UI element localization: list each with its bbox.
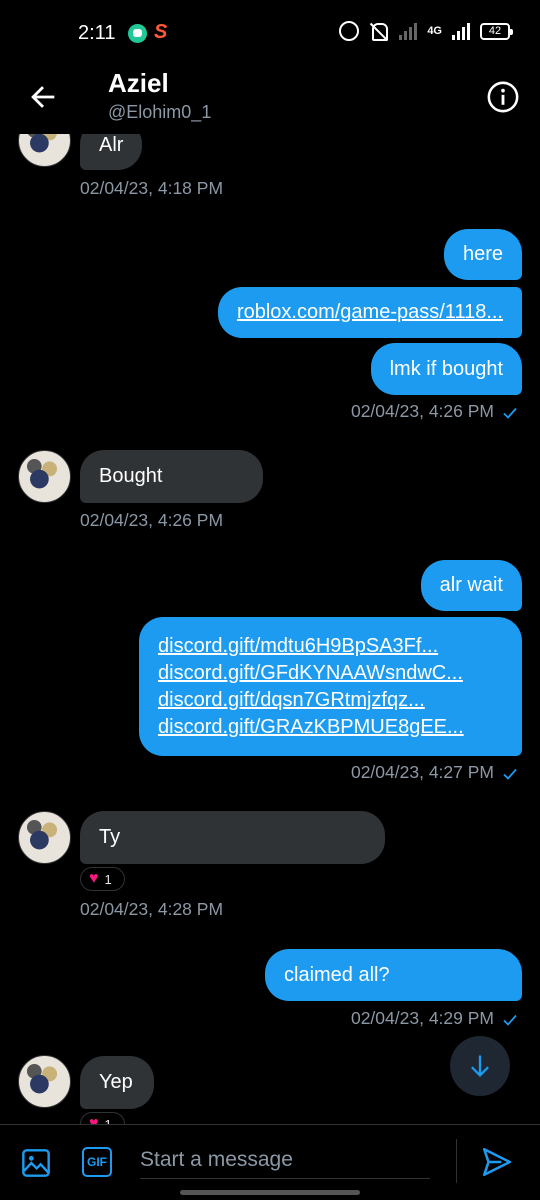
message-text: lmk if bought bbox=[389, 357, 503, 380]
scroll-to-bottom-button[interactable] bbox=[450, 1036, 510, 1096]
message-thread[interactable]: Alr 02/04/23, 4:18 PM here roblox.com/ga… bbox=[0, 134, 540, 1124]
outgoing-message[interactable]: here bbox=[443, 229, 522, 280]
outgoing-message-links[interactable]: discord.gift/mdtu6H9BpSA3Ff... discord.g… bbox=[139, 617, 522, 756]
message-link[interactable]: roblox.com/game-pass/1118... bbox=[237, 301, 503, 324]
message-text: here bbox=[462, 243, 503, 265]
incoming-message[interactable]: Ty bbox=[80, 811, 385, 864]
contact-handle[interactable]: @Elohim0_1 bbox=[108, 102, 211, 123]
outgoing-message[interactable]: claimed all? bbox=[265, 949, 522, 1001]
outgoing-message-link[interactable]: roblox.com/game-pass/1118... bbox=[217, 287, 522, 338]
signal-icon bbox=[399, 22, 418, 40]
incoming-message[interactable]: Alr bbox=[80, 134, 143, 170]
send-icon[interactable] bbox=[480, 1145, 514, 1179]
mute-icon bbox=[369, 21, 389, 41]
message-timestamp: 02/04/23, 4:27 PM bbox=[350, 762, 494, 782]
network-type: 4G bbox=[427, 25, 442, 37]
signal-icon-2 bbox=[452, 22, 470, 40]
heart-icon: ♥ bbox=[89, 1115, 99, 1125]
message-text: Alr bbox=[99, 134, 124, 156]
message-timestamp: 02/04/23, 4:26 PM bbox=[80, 510, 224, 530]
status-bar: 2:11 S 4G 42 bbox=[0, 0, 540, 62]
divider bbox=[456, 1139, 457, 1183]
conversation-header: Aziel @Elohim0_1 bbox=[0, 62, 540, 134]
alarm-icon bbox=[339, 21, 360, 41]
message-text: Yep bbox=[99, 1071, 133, 1093]
reaction-badge[interactable]: ♥ 1 bbox=[80, 867, 125, 891]
message-text: Bought bbox=[99, 465, 163, 487]
message-link[interactable]: discord.gift/GFdKYNAAWsndwC... bbox=[158, 660, 463, 687]
image-icon[interactable] bbox=[20, 1147, 52, 1179]
message-timestamp: 02/04/23, 4:26 PM bbox=[350, 401, 494, 421]
reaction-count: 1 bbox=[104, 871, 112, 887]
message-timestamp: 02/04/23, 4:28 PM bbox=[80, 899, 224, 919]
outgoing-message[interactable]: alr wait bbox=[420, 560, 522, 611]
gif-button[interactable]: GIF bbox=[82, 1147, 112, 1177]
message-text: claimed all? bbox=[284, 963, 390, 986]
s-app-notification-icon: S bbox=[154, 21, 168, 43]
incoming-message[interactable]: Yep bbox=[80, 1056, 154, 1109]
sent-check-icon bbox=[503, 768, 517, 780]
heart-icon: ♥ bbox=[89, 870, 99, 887]
message-input[interactable]: Start a message bbox=[140, 1141, 430, 1179]
sent-check-icon bbox=[503, 1014, 517, 1026]
status-time: 2:11 bbox=[78, 22, 116, 44]
reaction-count: 1 bbox=[104, 1116, 112, 1125]
message-link[interactable]: discord.gift/GRAzKBPMUE8gEE... bbox=[158, 714, 464, 741]
message-text: Ty bbox=[99, 826, 121, 848]
avatar[interactable] bbox=[18, 450, 71, 503]
avatar[interactable] bbox=[18, 1055, 71, 1108]
info-icon[interactable] bbox=[486, 80, 520, 114]
chat-app-notification-icon bbox=[128, 24, 147, 43]
message-link[interactable]: discord.gift/dqsn7GRtmjzfqz... bbox=[158, 687, 425, 714]
compose-bar: GIF Start a message bbox=[0, 1124, 540, 1200]
sent-check-icon bbox=[503, 407, 517, 419]
message-link[interactable]: discord.gift/mdtu6H9BpSA3Ff... bbox=[158, 633, 438, 660]
back-arrow-icon[interactable] bbox=[26, 80, 60, 114]
reaction-badge[interactable]: ♥ 1 bbox=[80, 1112, 125, 1124]
message-timestamp: 02/04/23, 4:29 PM bbox=[350, 1008, 494, 1028]
message-timestamp: 02/04/23, 4:18 PM bbox=[80, 178, 224, 198]
battery-icon: 42 bbox=[480, 22, 513, 40]
message-text: alr wait bbox=[439, 574, 503, 596]
contact-name[interactable]: Aziel bbox=[108, 68, 169, 99]
home-indicator bbox=[180, 1190, 360, 1195]
avatar[interactable] bbox=[18, 134, 71, 167]
avatar[interactable] bbox=[18, 811, 71, 864]
incoming-message[interactable]: Bought bbox=[80, 450, 263, 503]
outgoing-message[interactable]: lmk if bought bbox=[370, 343, 522, 395]
arrow-down-icon bbox=[471, 1055, 489, 1077]
